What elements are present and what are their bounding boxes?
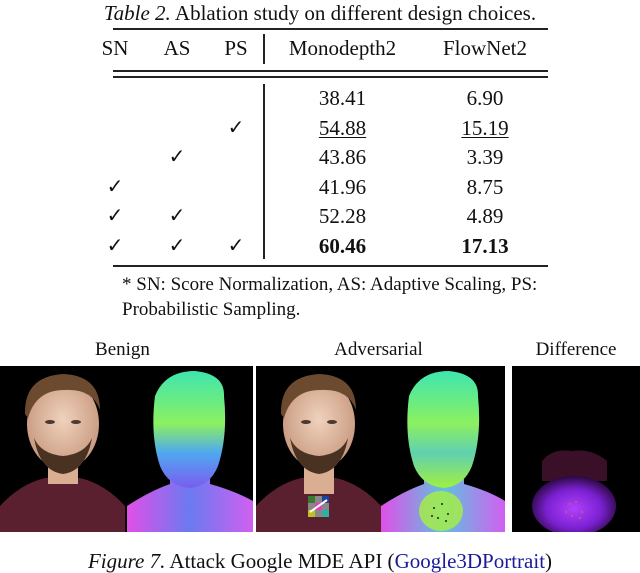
adversarial-patch [308, 496, 329, 517]
table-cell-as: ✓ [168, 205, 186, 227]
table-cell-flownet2: 4.89 [466, 204, 504, 228]
table-cell-flownet2: 8.75 [466, 174, 504, 199]
table-cell-sn: ✓ [106, 175, 124, 198]
table-cell-monodepth2: 60.46 [318, 233, 367, 258]
table-mid-rule [113, 70, 548, 72]
table-cell-flownet2: 17.13 [461, 233, 509, 258]
benign-image-panel [0, 366, 253, 532]
table-cell-monodepth2: 38.41 [318, 86, 367, 110]
header-flownet2: FlowNet2 [443, 36, 527, 60]
table-cell-sn: ✓ [106, 205, 124, 227]
google3dportrait-link[interactable]: Google3DPortrait [395, 549, 545, 573]
adversarial-depth-map [381, 371, 505, 532]
label-benign: Benign [95, 339, 150, 360]
table-cell-as: ✓ [168, 146, 186, 168]
difference-image [532, 450, 616, 532]
header-sn: SN [101, 36, 129, 60]
benign-images [0, 371, 253, 532]
body-vertical-rule [263, 84, 265, 259]
figure-caption-end: ) [545, 549, 553, 573]
adversarial-images [256, 371, 505, 532]
table-cell-flownet2: 15.19 [420, 116, 550, 140]
difference-image-panel [512, 366, 640, 532]
table-cell-monodepth2: 54.88 [270, 116, 415, 140]
label-difference: Difference [535, 339, 617, 360]
header-vertical-rule [263, 34, 265, 64]
benign-depth-map [127, 371, 253, 532]
adversarial-image-panel [256, 366, 505, 532]
table-cell-ps: ✓ [227, 116, 245, 139]
table-caption-label: Table 2. [103, 1, 171, 25]
table-top-rule [113, 28, 548, 30]
benign-portrait [0, 374, 125, 532]
header-ps: PS [224, 36, 248, 60]
underlined-value: 54.88 [318, 115, 367, 140]
underlined-value: 15.19 [461, 115, 509, 140]
table-cell-ps: ✓ [227, 234, 245, 257]
table-cell-monodepth2: 41.96 [318, 174, 367, 199]
label-adversarial: Adversarial [334, 339, 423, 360]
table-footnote: * SN: Score Normalization, AS: Adaptive … [122, 274, 538, 320]
header-as: AS [163, 36, 191, 60]
table-mid-rule-second [113, 76, 548, 78]
table-bottom-rule [113, 265, 548, 267]
table-cell-as: ✓ [168, 234, 186, 257]
table-cell-monodepth2: 43.86 [318, 145, 367, 169]
table-cell-flownet2: 6.90 [466, 86, 504, 110]
table-cell-flownet2: 3.39 [466, 145, 504, 169]
table-caption-text: Ablation study on different design choic… [170, 1, 537, 25]
table-cell-sn: ✓ [106, 234, 124, 257]
header-monodepth2: Monodepth2 [288, 36, 397, 60]
adversarial-portrait [256, 374, 381, 532]
figure-caption: Figure 7. Attack Google MDE API (Google3… [0, 549, 640, 573]
figure-caption-label: Figure 7. [87, 549, 166, 573]
table-caption: Table 2. Ablation study on different des… [0, 1, 640, 25]
table-cell-monodepth2: 52.28 [318, 204, 367, 228]
figure-caption-text: Attack Google MDE API ( [165, 549, 395, 573]
